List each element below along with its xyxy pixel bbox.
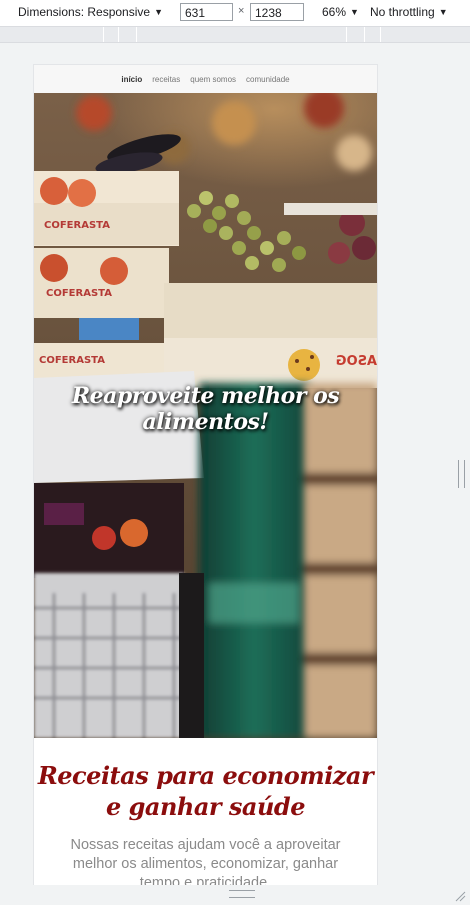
section-title: Receitas para economizar e ganhar saúde — [37, 761, 374, 821]
crate-label-2: COFERASTA — [46, 288, 112, 299]
device-viewport: início receitas quem somos comunidade CO… — [34, 65, 377, 885]
resize-corner-icon[interactable] — [454, 890, 466, 902]
crate-label-4: ASOG — [336, 354, 377, 369]
hero-banner: COFERASTA COFERASTA COFERASTA ASOG Reapr… — [34, 93, 377, 738]
nav-link-inicio[interactable]: início — [121, 75, 142, 84]
height-input[interactable]: 1238 — [250, 3, 304, 21]
resize-handle-right[interactable] — [458, 460, 465, 488]
width-input[interactable]: 631 — [180, 3, 233, 21]
section-description: Nossas receitas ajudam você a aproveitar… — [70, 837, 341, 885]
site-nav: início receitas quem somos comunidade — [34, 65, 377, 93]
crate-label-3: COFERASTA — [39, 355, 105, 366]
hero-title: Reaproveite melhor os alimentos! — [71, 383, 340, 435]
caret-down-icon: ▼ — [154, 7, 163, 17]
zoom-value: 66% — [322, 5, 347, 19]
device-toolbar: Dimensions: Responsive ▼ 631 × 1238 66% … — [0, 0, 470, 27]
resize-handle-bottom[interactable] — [229, 890, 255, 898]
resize-bar-bottom — [0, 885, 470, 905]
throttling-value: No throttling — [370, 5, 435, 19]
crate-label-1: COFERASTA — [44, 220, 110, 231]
nav-link-receitas[interactable]: receitas — [152, 75, 180, 84]
zoom-dropdown[interactable]: 66% ▼ — [322, 5, 359, 19]
times-separator: × — [238, 5, 245, 17]
media-query-bar[interactable] — [0, 27, 470, 43]
throttling-dropdown[interactable]: No throttling ▼ — [370, 5, 448, 19]
caret-down-icon: ▼ — [438, 7, 448, 17]
nav-link-quem-somos[interactable]: quem somos — [190, 75, 236, 84]
caret-down-icon: ▼ — [350, 7, 359, 17]
dimensions-dropdown[interactable]: Dimensions: Responsive ▼ — [18, 5, 163, 19]
dimensions-label: Dimensions: Responsive — [18, 5, 151, 19]
nav-link-comunidade[interactable]: comunidade — [246, 75, 290, 84]
